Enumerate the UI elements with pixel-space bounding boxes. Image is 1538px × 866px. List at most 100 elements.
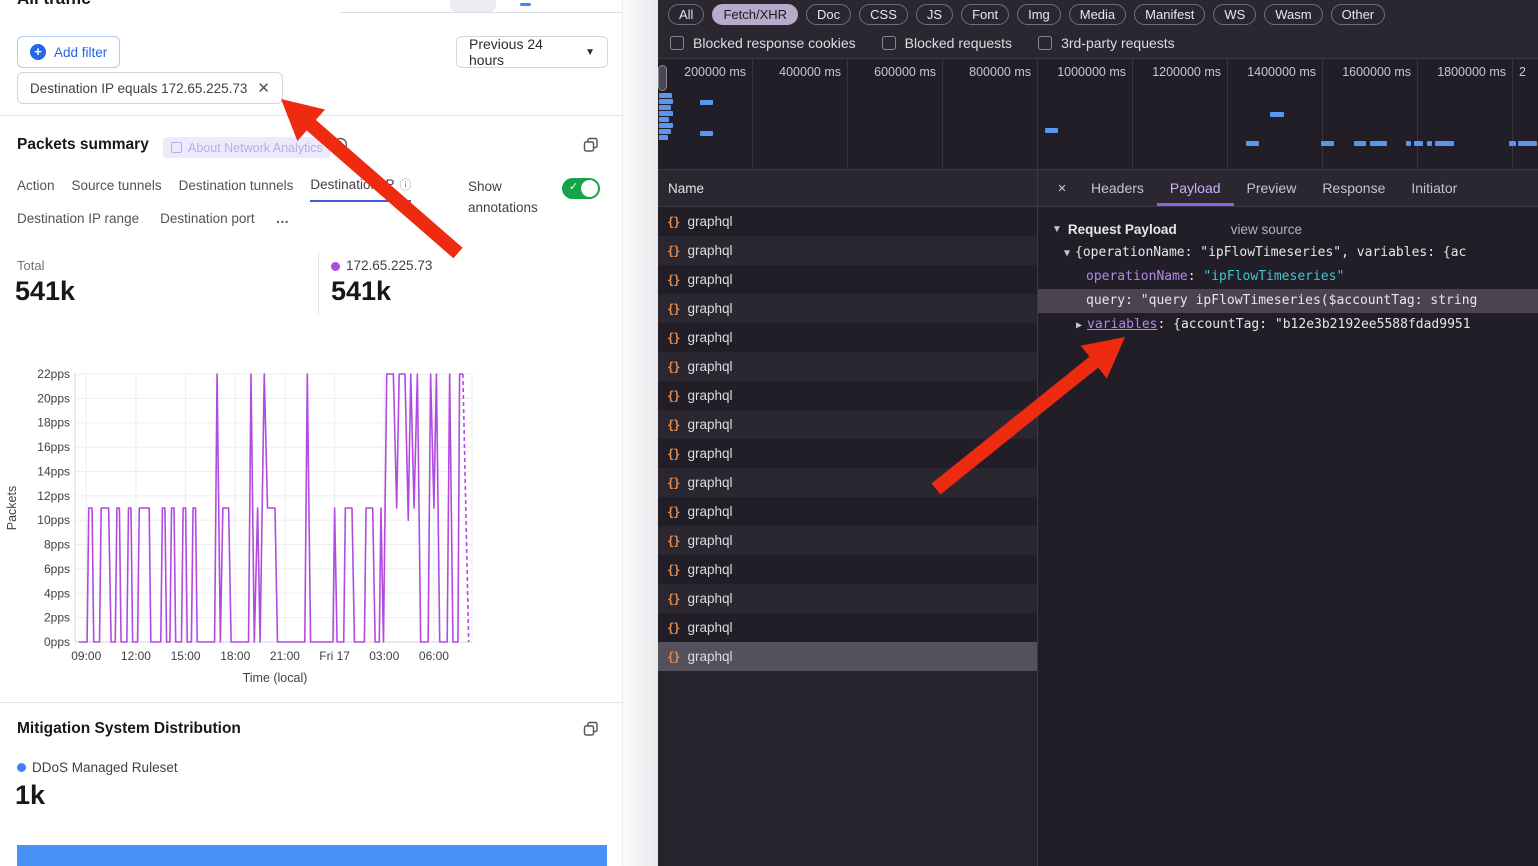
packets-summary-title: Packets summary xyxy=(17,136,149,154)
filter-pill-css[interactable]: CSS xyxy=(859,4,908,25)
payload-line[interactable]: ▶variables: {accountTag: "b12e3b2192ee55… xyxy=(1038,313,1538,337)
request-row[interactable]: {}graphql xyxy=(658,207,1037,236)
timeline-drag-handle[interactable] xyxy=(658,65,667,91)
request-row[interactable]: {}graphql xyxy=(658,294,1037,323)
detail-tab-initiator[interactable]: Initiator xyxy=(1398,170,1470,206)
expand-card-icon[interactable] xyxy=(583,137,599,153)
filter-chip[interactable]: Destination IP equals 172.65.225.73 ✕ xyxy=(17,72,283,104)
detail-tab-preview[interactable]: Preview xyxy=(1234,170,1310,206)
svg-text:2pps: 2pps xyxy=(44,611,70,625)
request-type-filter-bar: All Fetch/XHR Doc CSS JS Font Img Media Manifest… xyxy=(658,0,1538,28)
json-file-icon: {} xyxy=(667,447,679,461)
checkbox-label: 3rd-party requests xyxy=(1061,35,1175,51)
request-row[interactable]: {}graphql xyxy=(658,584,1037,613)
more-tabs-button[interactable]: … xyxy=(276,211,291,233)
filter-pill-ws[interactable]: WS xyxy=(1213,4,1256,25)
detail-tab-headers[interactable]: Headers xyxy=(1078,170,1157,206)
request-row[interactable]: {}graphql xyxy=(658,323,1037,352)
checkbox-box[interactable] xyxy=(1038,36,1052,50)
check-icon: ✓ xyxy=(569,180,578,193)
checkbox-blocked-requests[interactable]: Blocked requests xyxy=(882,35,1012,51)
checkbox-box[interactable] xyxy=(670,36,684,50)
json-file-icon: {} xyxy=(667,418,679,432)
request-name: graphql xyxy=(687,330,732,345)
request-row[interactable]: {}graphql xyxy=(658,526,1037,555)
dimension-tabs-row2: Destination IP range Destination port … xyxy=(17,211,290,233)
filter-pill-fetch-xhr[interactable]: Fetch/XHR xyxy=(712,4,798,25)
request-row[interactable]: {}graphql xyxy=(658,381,1037,410)
request-row[interactable]: {}graphql xyxy=(658,439,1037,468)
filter-pill-all[interactable]: All xyxy=(668,4,704,25)
network-timeline-overview[interactable]: 200000 ms400000 ms600000 ms800000 ms1000… xyxy=(658,58,1538,170)
request-row[interactable]: {}graphql xyxy=(658,410,1037,439)
filter-pill-doc[interactable]: Doc xyxy=(806,4,851,25)
request-timing-bar xyxy=(1518,141,1537,146)
series-label: 172.65.225.73 xyxy=(346,258,432,273)
divider xyxy=(340,12,622,13)
request-row[interactable]: {}graphql xyxy=(658,468,1037,497)
about-network-analytics-badge[interactable]: About Network Analytics xyxy=(163,137,331,158)
payload-value: "ipFlowTimeseries" xyxy=(1203,269,1344,284)
payload-line[interactable]: operationName: "ipFlowTimeseries" xyxy=(1038,265,1538,289)
filter-pill-manifest[interactable]: Manifest xyxy=(1134,4,1205,25)
book-icon xyxy=(171,142,182,153)
collapse-icon[interactable]: ▼ xyxy=(1052,224,1062,235)
filter-pill-wasm[interactable]: Wasm xyxy=(1264,4,1322,25)
payload-line[interactable]: ▼{operationName: "ipFlowTimeseries", var… xyxy=(1038,241,1538,265)
tab-source-tunnels[interactable]: Source tunnels xyxy=(72,176,162,202)
request-row[interactable]: {}graphql xyxy=(658,642,1037,671)
timeline-tick: 1200000 ms xyxy=(1133,59,1228,169)
request-row[interactable]: {}graphql xyxy=(658,265,1037,294)
filter-pill-font[interactable]: Font xyxy=(961,4,1009,25)
tab-destination-ip-range[interactable]: Destination IP range xyxy=(17,211,139,233)
request-timing-bar xyxy=(1370,141,1387,146)
svg-text:4pps: 4pps xyxy=(44,586,70,600)
view-source-link[interactable]: view source xyxy=(1231,222,1302,237)
request-timing-bar xyxy=(659,129,671,134)
request-row[interactable]: {}graphql xyxy=(658,613,1037,642)
request-row[interactable]: {}graphql xyxy=(658,352,1037,381)
tab-label: Source tunnels xyxy=(72,178,162,193)
tab-action[interactable]: Action xyxy=(17,176,55,202)
tab-destination-ip[interactable]: Destination IPⓘ xyxy=(310,176,411,202)
total-value: 541k xyxy=(15,276,75,307)
filter-pill-img[interactable]: Img xyxy=(1017,4,1061,25)
request-timing-bar xyxy=(1414,141,1423,146)
show-annotations-toggle[interactable]: ✓ xyxy=(562,178,600,199)
request-row[interactable]: {}graphql xyxy=(658,497,1037,526)
payload-line[interactable]: query: "query ipFlowTimeseries($accountT… xyxy=(1038,289,1538,313)
mitigation-legend-dot xyxy=(17,763,26,772)
request-row[interactable]: {}graphql xyxy=(658,555,1037,584)
request-timing-bar xyxy=(1246,141,1259,146)
checkbox-blocked-response-cookies[interactable]: Blocked response cookies xyxy=(670,35,856,51)
request-timing-bar xyxy=(1435,141,1454,146)
detail-tab-payload[interactable]: Payload xyxy=(1157,170,1234,206)
request-timing-bar xyxy=(1270,112,1284,117)
request-name: graphql xyxy=(687,562,732,577)
filter-pill-other[interactable]: Other xyxy=(1331,4,1386,25)
request-name: graphql xyxy=(687,272,732,287)
collapse-icon[interactable]: ▼ xyxy=(1064,242,1070,265)
expand-icon[interactable]: ▶ xyxy=(1076,314,1082,337)
remove-filter-icon[interactable]: ✕ xyxy=(257,79,270,97)
tab-label: Destination IP xyxy=(310,177,394,192)
mitigation-value: 1k xyxy=(15,780,45,811)
checkbox-box[interactable] xyxy=(882,36,896,50)
svg-text:12:00: 12:00 xyxy=(121,649,151,663)
timeline-tick: 1800000 ms xyxy=(1418,59,1513,169)
request-timing-bar xyxy=(700,100,713,105)
payload-value: "query ipFlowTimeseries($accountTag: str… xyxy=(1141,293,1478,308)
tab-destination-port[interactable]: Destination port xyxy=(160,211,255,233)
detail-tab-response[interactable]: Response xyxy=(1309,170,1398,206)
request-list-header[interactable]: Name xyxy=(658,170,1037,207)
add-filter-button[interactable]: + Add filter xyxy=(17,36,120,68)
close-panel-button[interactable]: × xyxy=(1046,170,1078,206)
checkbox-3rd-party-requests[interactable]: 3rd-party requests xyxy=(1038,35,1175,51)
divider xyxy=(0,702,622,703)
filter-pill-media[interactable]: Media xyxy=(1069,4,1126,25)
tab-destination-tunnels[interactable]: Destination tunnels xyxy=(179,176,294,202)
filter-pill-js[interactable]: JS xyxy=(916,4,953,25)
time-range-dropdown[interactable]: Previous 24 hours ▼ xyxy=(456,36,608,68)
request-row[interactable]: {}graphql xyxy=(658,236,1037,265)
expand-card-icon[interactable] xyxy=(583,721,599,737)
